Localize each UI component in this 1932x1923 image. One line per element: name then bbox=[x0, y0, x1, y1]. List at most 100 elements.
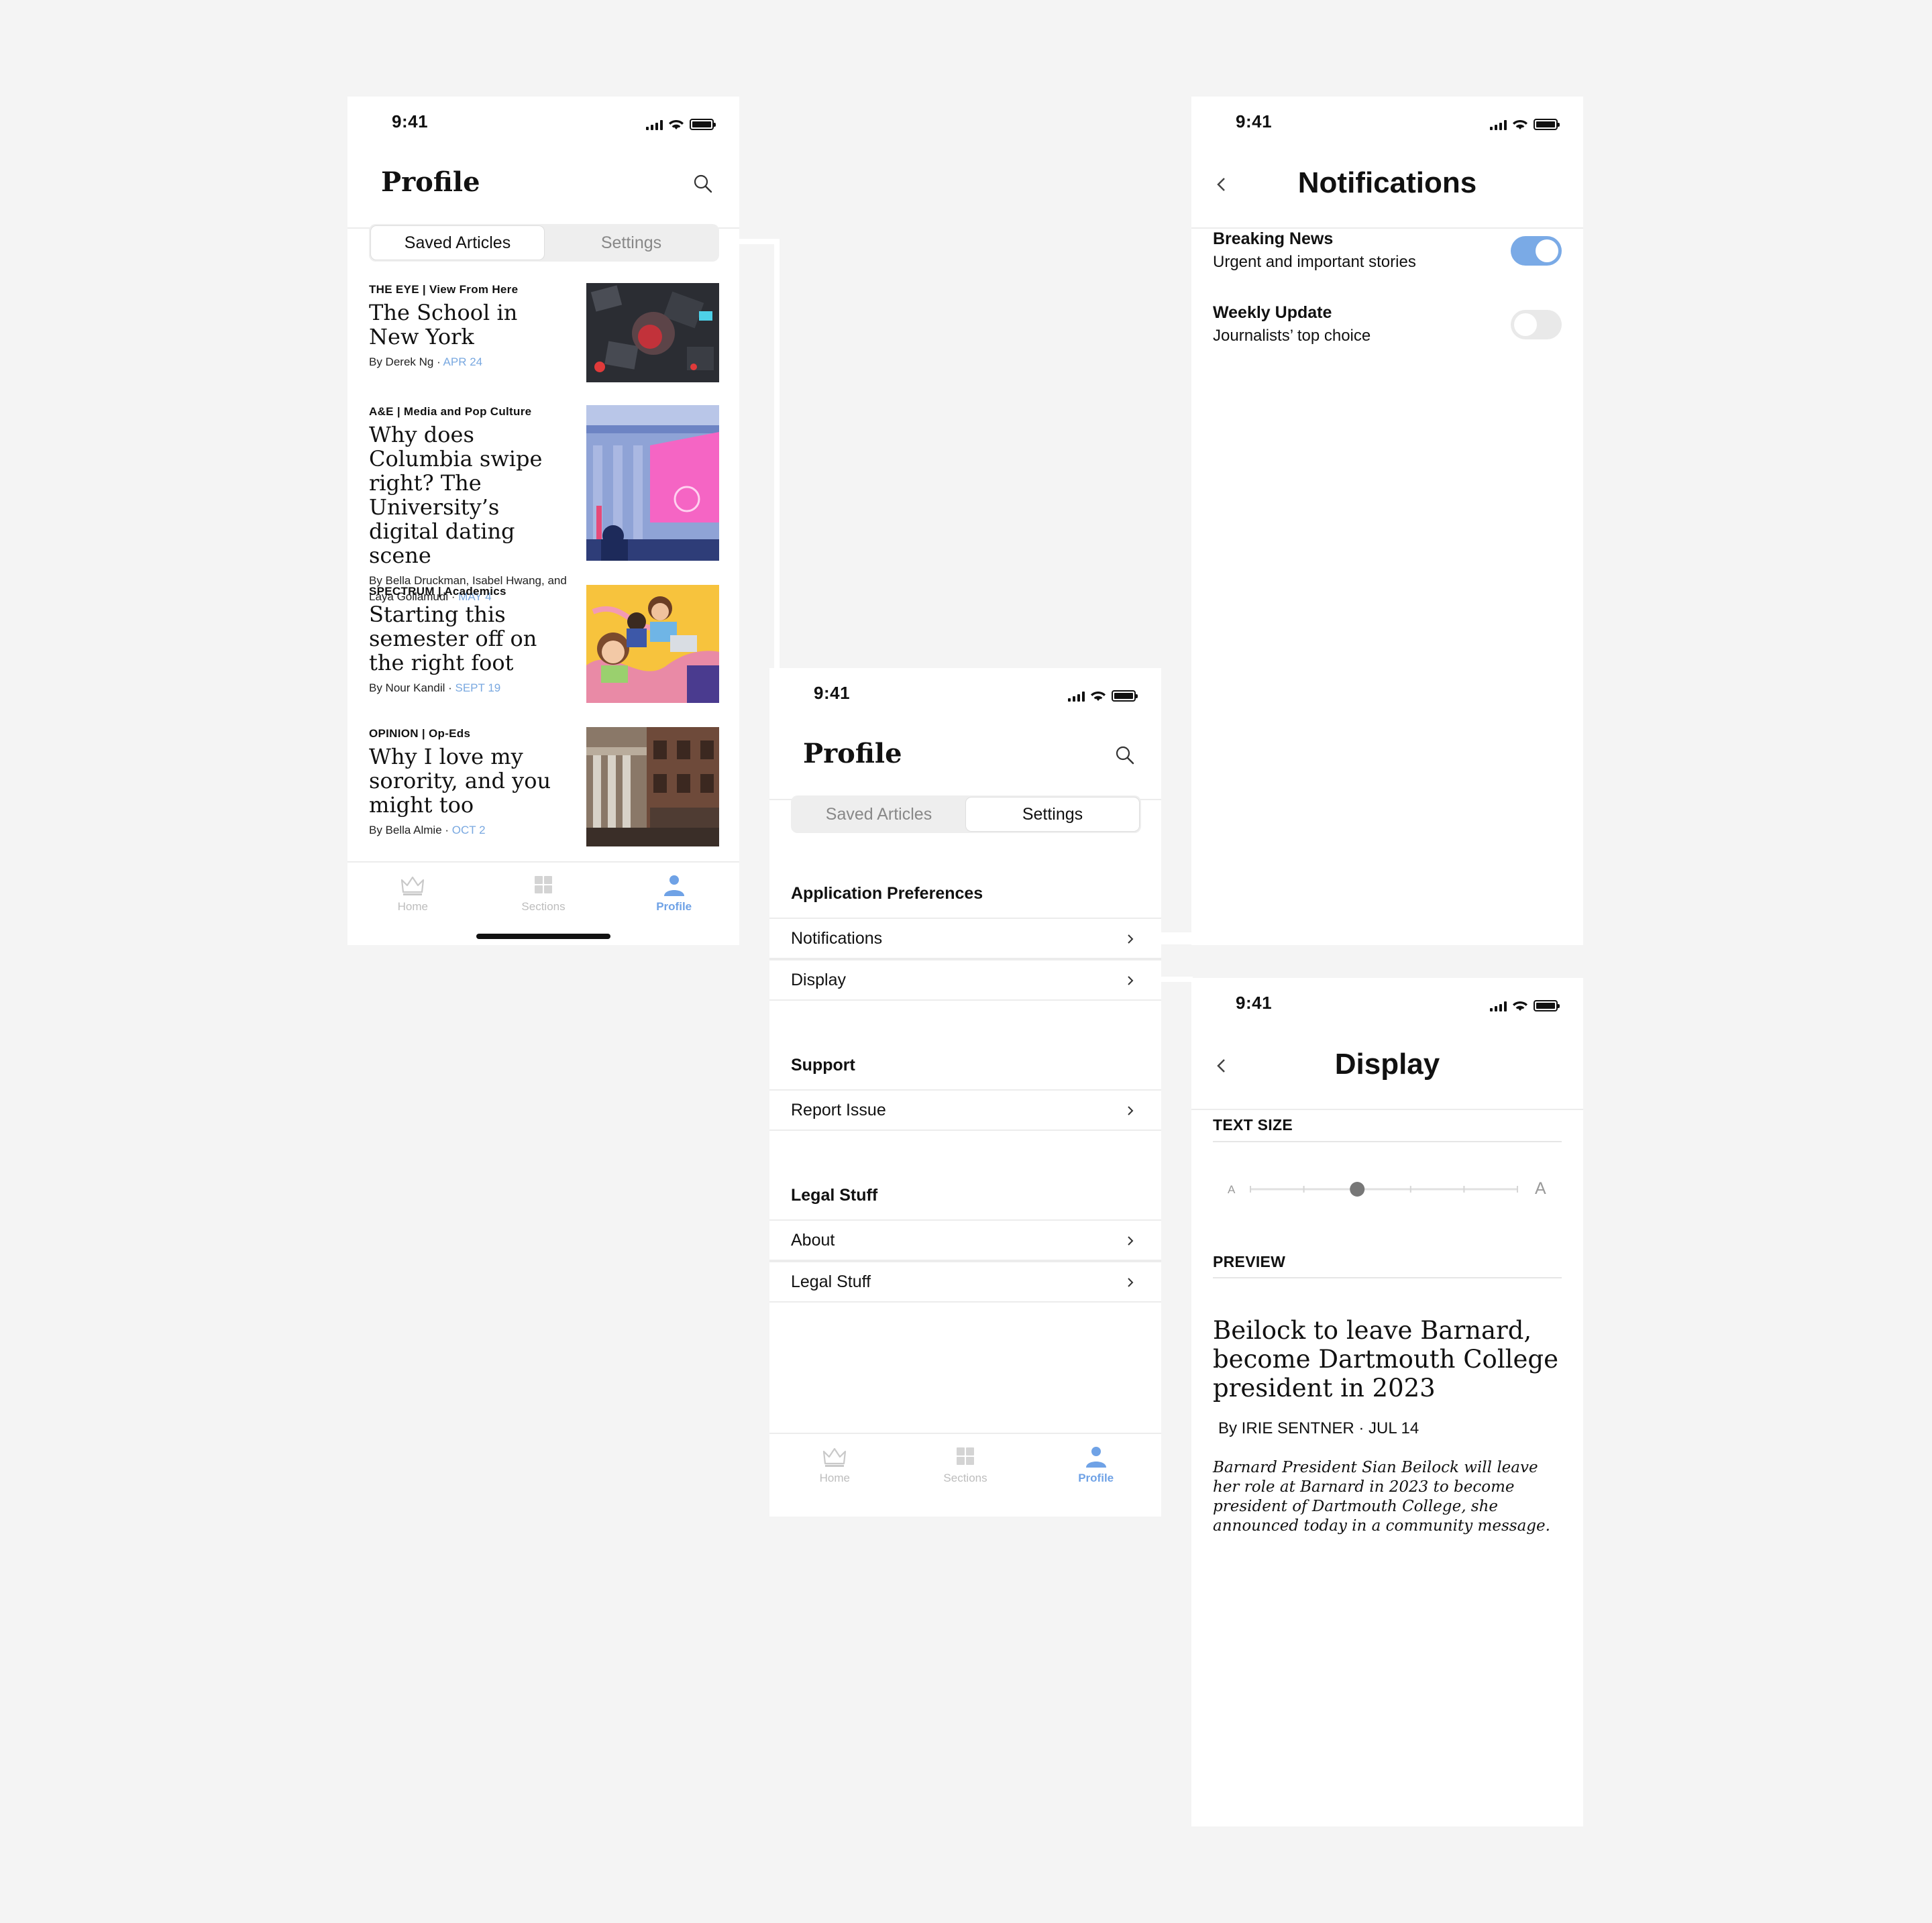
tab-sections[interactable]: Sections bbox=[900, 1434, 1031, 1513]
row-label: Display bbox=[791, 971, 846, 989]
tab-saved-articles[interactable]: Saved Articles bbox=[370, 225, 545, 260]
notification-subtitle: Journalists’ top choice bbox=[1213, 327, 1371, 345]
home-indicator bbox=[476, 934, 610, 939]
article-headline[interactable]: The School in New York bbox=[369, 300, 564, 349]
tab-home[interactable]: Home bbox=[769, 1434, 900, 1513]
article-byline: By Bella Almie · OCT 2 bbox=[369, 824, 486, 836]
section-heading: Support bbox=[791, 1056, 855, 1075]
tab-saved-articles[interactable]: Saved Articles bbox=[792, 797, 965, 832]
notification-setting: Breaking News Urgent and important stori… bbox=[1213, 229, 1562, 283]
article-thumbnail[interactable] bbox=[586, 585, 719, 703]
article-card[interactable]: OPINION | Op-Eds Why I love my sorority,… bbox=[369, 727, 719, 846]
settings-row-display[interactable]: Display bbox=[769, 959, 1161, 1001]
article-thumbnail[interactable] bbox=[586, 727, 719, 846]
tab-profile-label: Profile bbox=[656, 900, 692, 913]
article-card[interactable]: A&E | Media and Pop Culture Why does Col… bbox=[369, 405, 719, 605]
article-thumbnail[interactable] bbox=[586, 405, 719, 561]
status-bar: 9:41 bbox=[1191, 97, 1583, 150]
article-headline[interactable]: Why I love my sorority, and you might to… bbox=[369, 745, 564, 817]
crown-icon bbox=[823, 1447, 847, 1467]
tab-profile[interactable]: Profile bbox=[608, 863, 739, 942]
tab-sections[interactable]: Sections bbox=[478, 863, 609, 942]
status-time: 9:41 bbox=[1236, 993, 1273, 1013]
app-header: Notifications bbox=[1191, 150, 1583, 229]
text-size-slider[interactable] bbox=[1248, 1179, 1520, 1199]
signal-icon bbox=[1490, 119, 1507, 130]
article-card[interactable]: THE EYE | View From Here The School in N… bbox=[369, 283, 719, 382]
grid-icon bbox=[957, 1447, 974, 1465]
tab-home-label: Home bbox=[397, 900, 429, 913]
chevron-right-icon bbox=[1128, 1278, 1134, 1287]
saved-articles-screen: 9:41 Profile Saved Articles Settings THE… bbox=[347, 97, 739, 945]
battery-icon bbox=[1534, 1000, 1560, 1011]
article-card[interactable]: SPECTRUM | Academics Starting this semes… bbox=[369, 585, 719, 703]
tab-settings[interactable]: Settings bbox=[965, 797, 1140, 832]
tab-home[interactable]: Home bbox=[347, 863, 478, 942]
weekly-update-toggle[interactable] bbox=[1511, 310, 1562, 339]
page-title: Profile bbox=[803, 738, 902, 769]
status-bar: 9:41 bbox=[347, 97, 739, 150]
preview-label: PREVIEW bbox=[1213, 1253, 1286, 1270]
breaking-news-toggle[interactable] bbox=[1511, 236, 1562, 266]
article-date: SEPT 19 bbox=[455, 681, 501, 694]
app-header: Profile bbox=[769, 722, 1161, 800]
settings-row-about[interactable]: About bbox=[769, 1219, 1161, 1261]
wifi-icon bbox=[1091, 692, 1106, 701]
article-date: APR 24 bbox=[443, 355, 483, 368]
small-text-indicator: A bbox=[1228, 1183, 1236, 1196]
app-header: Display bbox=[1191, 1032, 1583, 1110]
flow-connector bbox=[774, 239, 780, 669]
notification-subtitle: Urgent and important stories bbox=[1213, 253, 1416, 271]
settings-row-legal-stuff[interactable]: Legal Stuff bbox=[769, 1261, 1161, 1303]
notifications-screen: 9:41 Notifications Breaking News Urgent … bbox=[1191, 97, 1583, 945]
tab-settings[interactable]: Settings bbox=[545, 225, 718, 260]
notification-title: Breaking News bbox=[1213, 229, 1334, 248]
notification-title: Weekly Update bbox=[1213, 303, 1332, 322]
segmented-control: Saved Articles Settings bbox=[791, 795, 1141, 833]
chevron-right-icon bbox=[1128, 976, 1134, 985]
settings-row-notifications[interactable]: Notifications bbox=[769, 918, 1161, 959]
page-title: Display bbox=[1334, 1048, 1440, 1081]
status-bar: 9:41 bbox=[769, 668, 1161, 722]
article-headline[interactable]: Starting this semester off on the right … bbox=[369, 602, 564, 675]
page-title: Notifications bbox=[1297, 166, 1477, 199]
flow-connector bbox=[1161, 932, 1193, 944]
section-heading: Application Preferences bbox=[791, 884, 983, 903]
tab-profile[interactable]: Profile bbox=[1030, 1434, 1161, 1513]
signal-icon bbox=[1068, 691, 1085, 702]
app-header: Profile bbox=[347, 150, 739, 229]
row-label: Report Issue bbox=[791, 1101, 886, 1119]
settings-row-report-issue[interactable]: Report Issue bbox=[769, 1089, 1161, 1131]
signal-icon bbox=[1490, 1001, 1507, 1011]
tab-sections-label: Sections bbox=[521, 900, 566, 913]
chevron-right-icon bbox=[1128, 934, 1134, 944]
tab-bar: Home Sections Profile bbox=[769, 1433, 1161, 1513]
slider-thumb[interactable] bbox=[1350, 1182, 1365, 1197]
search-icon[interactable] bbox=[692, 173, 714, 195]
wifi-icon bbox=[1513, 120, 1527, 129]
divider bbox=[1213, 1141, 1562, 1142]
person-icon bbox=[663, 875, 684, 896]
tab-bar: Home Sections Profile bbox=[347, 861, 739, 942]
chevron-right-icon bbox=[1128, 1236, 1134, 1246]
person-icon bbox=[1085, 1447, 1106, 1468]
wifi-icon bbox=[1513, 1001, 1527, 1011]
settings-screen: 9:41 Profile Saved Articles Settings App… bbox=[769, 668, 1161, 1517]
notification-setting: Weekly Update Journalists’ top choice bbox=[1213, 303, 1562, 357]
article-byline: By Derek Ng · APR 24 bbox=[369, 355, 483, 368]
signal-icon bbox=[646, 119, 663, 130]
row-label: Notifications bbox=[791, 929, 883, 948]
row-label: Legal Stuff bbox=[791, 1272, 871, 1291]
chevron-right-icon bbox=[1128, 1106, 1134, 1115]
battery-icon bbox=[690, 119, 716, 130]
large-text-indicator: A bbox=[1535, 1179, 1546, 1198]
segmented-control: Saved Articles Settings bbox=[369, 224, 719, 262]
article-headline[interactable]: Why does Columbia swipe right? The Unive… bbox=[369, 423, 564, 567]
row-label: About bbox=[791, 1231, 835, 1250]
tab-profile-label: Profile bbox=[1078, 1472, 1114, 1484]
article-thumbnail[interactable] bbox=[586, 283, 719, 382]
grid-icon bbox=[535, 876, 552, 893]
search-icon[interactable] bbox=[1114, 745, 1136, 766]
tab-home-label: Home bbox=[819, 1472, 851, 1484]
section-heading: Legal Stuff bbox=[791, 1186, 878, 1205]
